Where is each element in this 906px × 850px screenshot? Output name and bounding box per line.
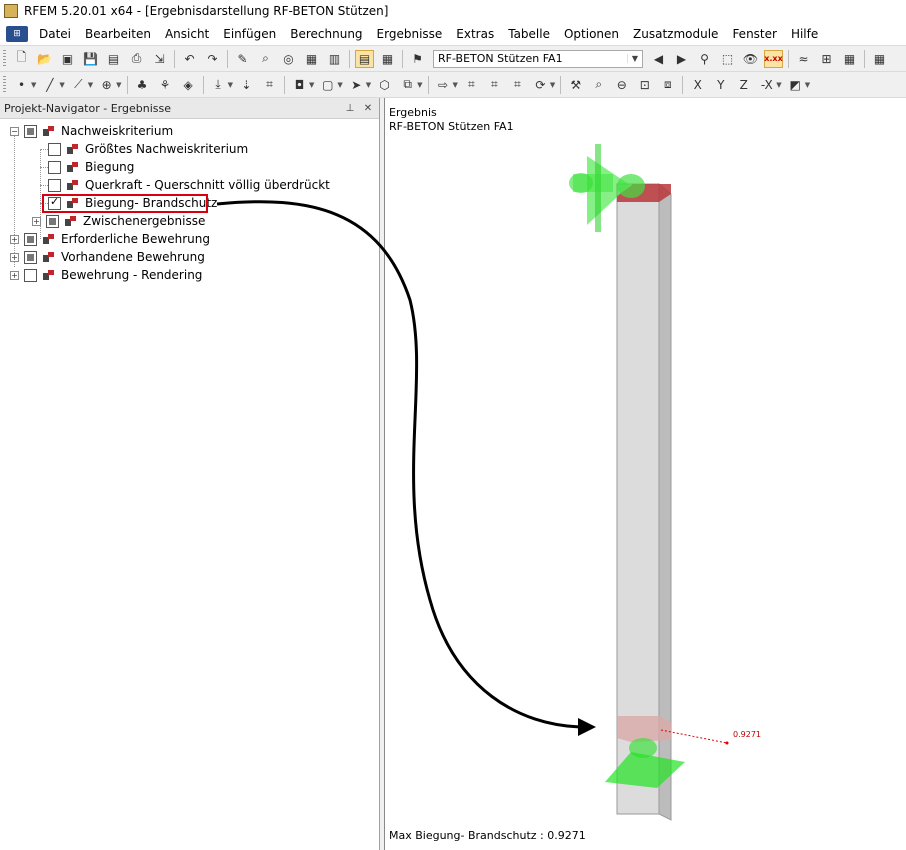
annotation-arrow-layer (216, 200, 596, 736)
annotation-arrow (216, 200, 581, 729)
annotation-arrowhead (578, 718, 596, 736)
